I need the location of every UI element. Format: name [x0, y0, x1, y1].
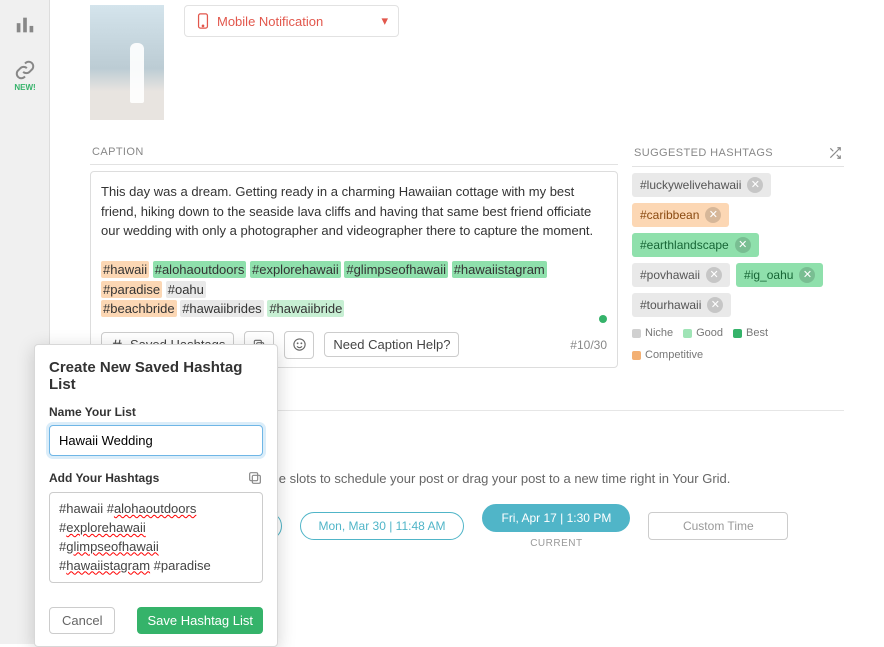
- notification-method-label: Mobile Notification: [217, 14, 323, 29]
- suggested-tag[interactable]: #povhawaii✕: [632, 263, 730, 287]
- smiley-icon: [292, 337, 307, 352]
- suggested-tag[interactable]: #earthlandscape✕: [632, 233, 759, 257]
- list-name-input[interactable]: [49, 425, 263, 456]
- hashtags-textarea[interactable]: #hawaii #alohaoutdoors#explorehawaii#gli…: [49, 492, 263, 583]
- hashtag-legend: Niche Good Best Competitive: [632, 327, 844, 361]
- suggested-tag[interactable]: #tourhawaii✕: [632, 293, 731, 317]
- save-hashtag-list-button[interactable]: Save Hashtag List: [137, 607, 263, 634]
- link-icon: [14, 59, 36, 81]
- emoji-button[interactable]: [284, 331, 314, 359]
- caption-help-button[interactable]: Need Caption Help?: [324, 332, 459, 357]
- suggested-tag[interactable]: #ig_oahu✕: [736, 263, 823, 287]
- custom-time-button[interactable]: Custom Time: [648, 512, 788, 540]
- name-list-label: Name Your List: [49, 405, 263, 419]
- mobile-icon: [197, 13, 209, 29]
- remove-tag-icon[interactable]: ✕: [707, 297, 723, 313]
- chevron-down-icon: ▾: [381, 13, 388, 29]
- status-dot: [599, 315, 607, 323]
- remove-tag-icon[interactable]: ✕: [706, 267, 722, 283]
- suggested-tag[interactable]: #luckywelivehawaii✕: [632, 173, 771, 197]
- sidebar-link[interactable]: NEW!: [0, 50, 50, 100]
- cancel-button[interactable]: Cancel: [49, 607, 115, 634]
- remove-tag-icon[interactable]: ✕: [799, 267, 815, 283]
- remove-tag-icon[interactable]: ✕: [705, 207, 721, 223]
- hashtag-counter: #10/30: [570, 338, 607, 352]
- suggested-tag[interactable]: #caribbean✕: [632, 203, 729, 227]
- caption-header: CAPTION: [90, 140, 618, 165]
- caption-editor[interactable]: This day was a dream. Getting ready in a…: [90, 171, 618, 368]
- sidebar-analytics[interactable]: [0, 0, 50, 50]
- remove-tag-icon[interactable]: ✕: [735, 237, 751, 253]
- suggested-header: SUGGESTED HASHTAGS: [632, 140, 844, 167]
- shuffle-icon[interactable]: [828, 146, 842, 160]
- time-slot-selected[interactable]: Fri, Apr 17 | 1:30 PM: [482, 504, 630, 532]
- sidebar-new-badge: NEW!: [14, 83, 35, 92]
- suggested-hashtag-list: #luckywelivehawaii✕ #caribbean✕ #earthland…: [632, 173, 844, 317]
- add-hashtags-label: Add Your Hashtags: [49, 470, 263, 486]
- create-hashtag-list-modal: Create New Saved Hashtag List Name Your …: [34, 344, 278, 647]
- post-thumbnail[interactable]: [90, 5, 164, 120]
- notification-method-select[interactable]: Mobile Notification ▾: [184, 5, 399, 37]
- remove-tag-icon[interactable]: ✕: [747, 177, 763, 193]
- copy-icon[interactable]: [247, 470, 263, 486]
- caption-text[interactable]: This day was a dream. Getting ready in a…: [101, 182, 607, 319]
- bar-chart-icon: [14, 14, 36, 36]
- modal-title: Create New Saved Hashtag List: [49, 359, 263, 393]
- current-label: CURRENT: [530, 538, 582, 549]
- time-slot-b[interactable]: Mon, Mar 30 | 11:48 AM: [300, 512, 465, 540]
